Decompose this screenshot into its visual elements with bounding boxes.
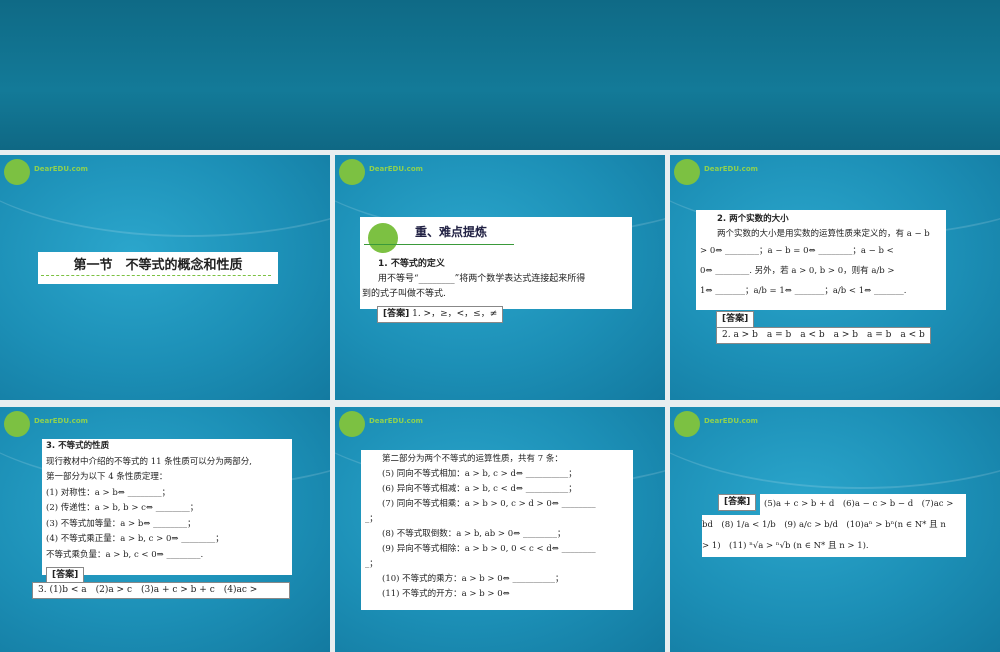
top-banner bbox=[0, 0, 1000, 150]
answer-box: (5)a + c > b + d (6)a − c > b − d (7)ac … bbox=[698, 492, 970, 558]
answer-label: [答案] bbox=[716, 311, 755, 328]
text: 第二部分为两个不等式的运算性质，共有 7 条： bbox=[382, 454, 563, 464]
content-box: 3. 不等式的性质 现行教材中介绍的不等式的 11 条性质可以分为两部分, 第一… bbox=[42, 439, 292, 575]
slide-thumbnail-2[interactable]: DearEDU.com 重、难点提炼 1. 不等式的定义 用不等号“______… bbox=[335, 155, 665, 400]
content-box: 2. 两个实数的大小 两个实数的大小是用实数的运算性质来定义的，有 a − b … bbox=[696, 210, 946, 310]
logo: DearEDU.com bbox=[674, 411, 758, 437]
text: 1⇔ _______；a/b = 1⇔ _______；a/b < 1⇔ ___… bbox=[700, 286, 907, 296]
content-box: 重、难点提炼 1. 不等式的定义 用不等号“________”将两个数学表达式连… bbox=[360, 217, 632, 309]
text: (8) 不等式取倒数：a > b, ab > 0⇔ ________； bbox=[382, 529, 566, 539]
answer-box: [答案] 1. >，≥，<，≤，≠ bbox=[377, 306, 504, 323]
text: (9) 异向不等式相除：a > b > 0, 0 < c < d⇔ ______… bbox=[382, 544, 596, 554]
text: (5)a + c > b + d (6)a − c > b − d (7)ac … bbox=[760, 494, 966, 515]
answer-box: 2. a > b a = b a < b a > b a = b a < b bbox=[716, 327, 931, 344]
header: 重、难点提炼 bbox=[415, 225, 488, 239]
slide-thumbnail-5[interactable]: DearEDU.com 第二部分为两个不等式的运算性质，共有 7 条： (5) … bbox=[335, 407, 665, 652]
slide-thumbnail-3[interactable]: DearEDU.com 2. 两个实数的大小 两个实数的大小是用实数的运算性质来… bbox=[670, 155, 1000, 400]
slide-thumbnail-4[interactable]: DearEDU.com 3. 不等式的性质 现行教材中介绍的不等式的 11 条性… bbox=[0, 407, 330, 652]
text: _； bbox=[365, 514, 378, 524]
logo: DearEDU.com bbox=[674, 159, 758, 185]
heading: 1. 不等式的定义 bbox=[378, 259, 445, 269]
slide-thumbnail-1[interactable]: DearEDU.com 第一节 不等式的概念和性质 bbox=[0, 155, 330, 400]
text: (4) 不等式乘正量：a > b, c > 0⇒ ________； bbox=[46, 534, 224, 544]
logo: DearEDU.com bbox=[339, 159, 423, 185]
text: (3) 不等式加等量：a > b⇔ ________； bbox=[46, 518, 196, 529]
text: > 1) (11) ⁿ√a > ⁿ√b (n ∈ N* 且 n > 1). bbox=[702, 536, 966, 557]
section-title: 第一节 不等式的概念和性质 bbox=[38, 252, 278, 284]
slide-thumbnail-6[interactable]: DearEDU.com [答案] (5)a + c > b + d (6)a −… bbox=[670, 407, 1000, 652]
text: > 0⇔ ________；a − b = 0⇔ ________；a − b … bbox=[700, 246, 894, 256]
text: (6) 异向不等式相减：a > b, c < d⇔ __________； bbox=[382, 484, 577, 494]
text: (2) 传递性：a > b, b > c⇔ ________； bbox=[46, 503, 199, 513]
text: 第一部分为以下 4 条性质定理： bbox=[46, 472, 168, 482]
text: 0⇔ ________. 另外，若 a > 0, b > 0，则有 a/b > bbox=[700, 266, 895, 276]
content-box: 第二部分为两个不等式的运算性质，共有 7 条： (5) 同向不等式相加：a > … bbox=[361, 450, 633, 610]
text: 现行教材中介绍的不等式的 11 条性质可以分为两部分, bbox=[46, 456, 252, 467]
text: 不等式乘负量：a > b, c < 0⇒ ________. bbox=[46, 549, 204, 560]
text: 两个实数的大小是用实数的运算性质来定义的，有 a − b bbox=[717, 229, 930, 239]
heading: 2. 两个实数的大小 bbox=[717, 214, 789, 224]
text: (1) 对称性：a > b⇔ ________； bbox=[46, 487, 171, 498]
dashed-divider bbox=[41, 275, 271, 276]
logo: DearEDU.com bbox=[4, 159, 88, 185]
text: 用不等号“________”将两个数学表达式连接起来所得 bbox=[378, 274, 586, 284]
arrow-line bbox=[364, 244, 514, 245]
answer-box: 3. (1)b < a (2)a > c (3)a + c > b + c (4… bbox=[32, 582, 290, 599]
text: (10) 不等式的乘方：a > b > 0⇔ __________； bbox=[382, 574, 564, 584]
text: 到的式子叫做不等式. bbox=[362, 289, 446, 299]
house-icon bbox=[368, 223, 398, 253]
heading: 3. 不等式的性质 bbox=[46, 441, 110, 451]
logo: DearEDU.com bbox=[4, 411, 88, 437]
logo: DearEDU.com bbox=[339, 411, 423, 437]
text: (7) 同向不等式相乘：a > b > 0, c > d > 0⇔ ______… bbox=[382, 499, 596, 509]
text: (5) 同向不等式相加：a > b, c > d⇔ __________； bbox=[382, 469, 577, 479]
text: _； bbox=[365, 559, 378, 569]
text: bd (8) 1/a < 1/b (9) a/c > b/d (10)aⁿ > … bbox=[702, 515, 966, 536]
